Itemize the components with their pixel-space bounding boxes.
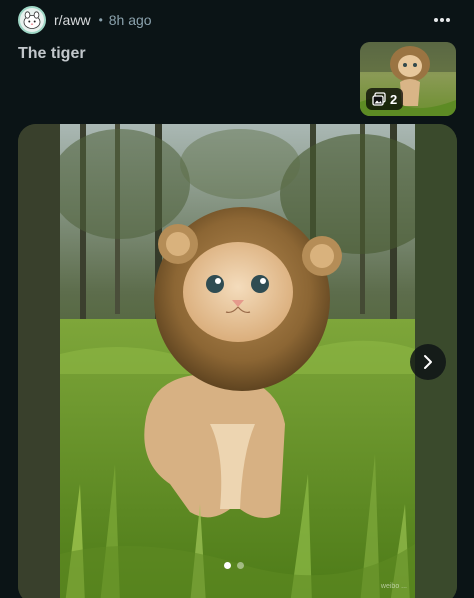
media-blur-left <box>18 124 60 598</box>
post-title[interactable]: The tiger <box>18 45 86 63</box>
pagination-dot-2[interactable] <box>237 562 244 569</box>
post-header: r/aww • 8h ago <box>18 6 458 34</box>
subreddit-name[interactable]: r/aww <box>54 12 91 28</box>
gallery-icon <box>372 92 386 106</box>
more-options-button[interactable] <box>430 10 454 30</box>
gallery-count: 2 <box>390 91 398 107</box>
meta-separator: • <box>98 13 103 27</box>
more-horizontal-icon <box>434 18 450 22</box>
chevron-right-icon <box>424 355 432 369</box>
image-watermark: weibo ... <box>380 583 407 590</box>
pagination-dot-1[interactable] <box>224 562 231 569</box>
subreddit-avatar[interactable] <box>18 6 46 34</box>
subreddit-avatar-icon <box>23 11 41 29</box>
post-timestamp: 8h ago <box>108 12 152 28</box>
gallery-thumbnail[interactable]: 2 <box>360 42 456 116</box>
gallery-count-badge: 2 <box>366 88 404 110</box>
post-media-gallery[interactable]: weibo ... <box>18 124 457 598</box>
cat-lion-mane-photo <box>60 124 415 598</box>
gallery-pagination <box>224 562 244 569</box>
next-image-button[interactable] <box>410 344 446 380</box>
